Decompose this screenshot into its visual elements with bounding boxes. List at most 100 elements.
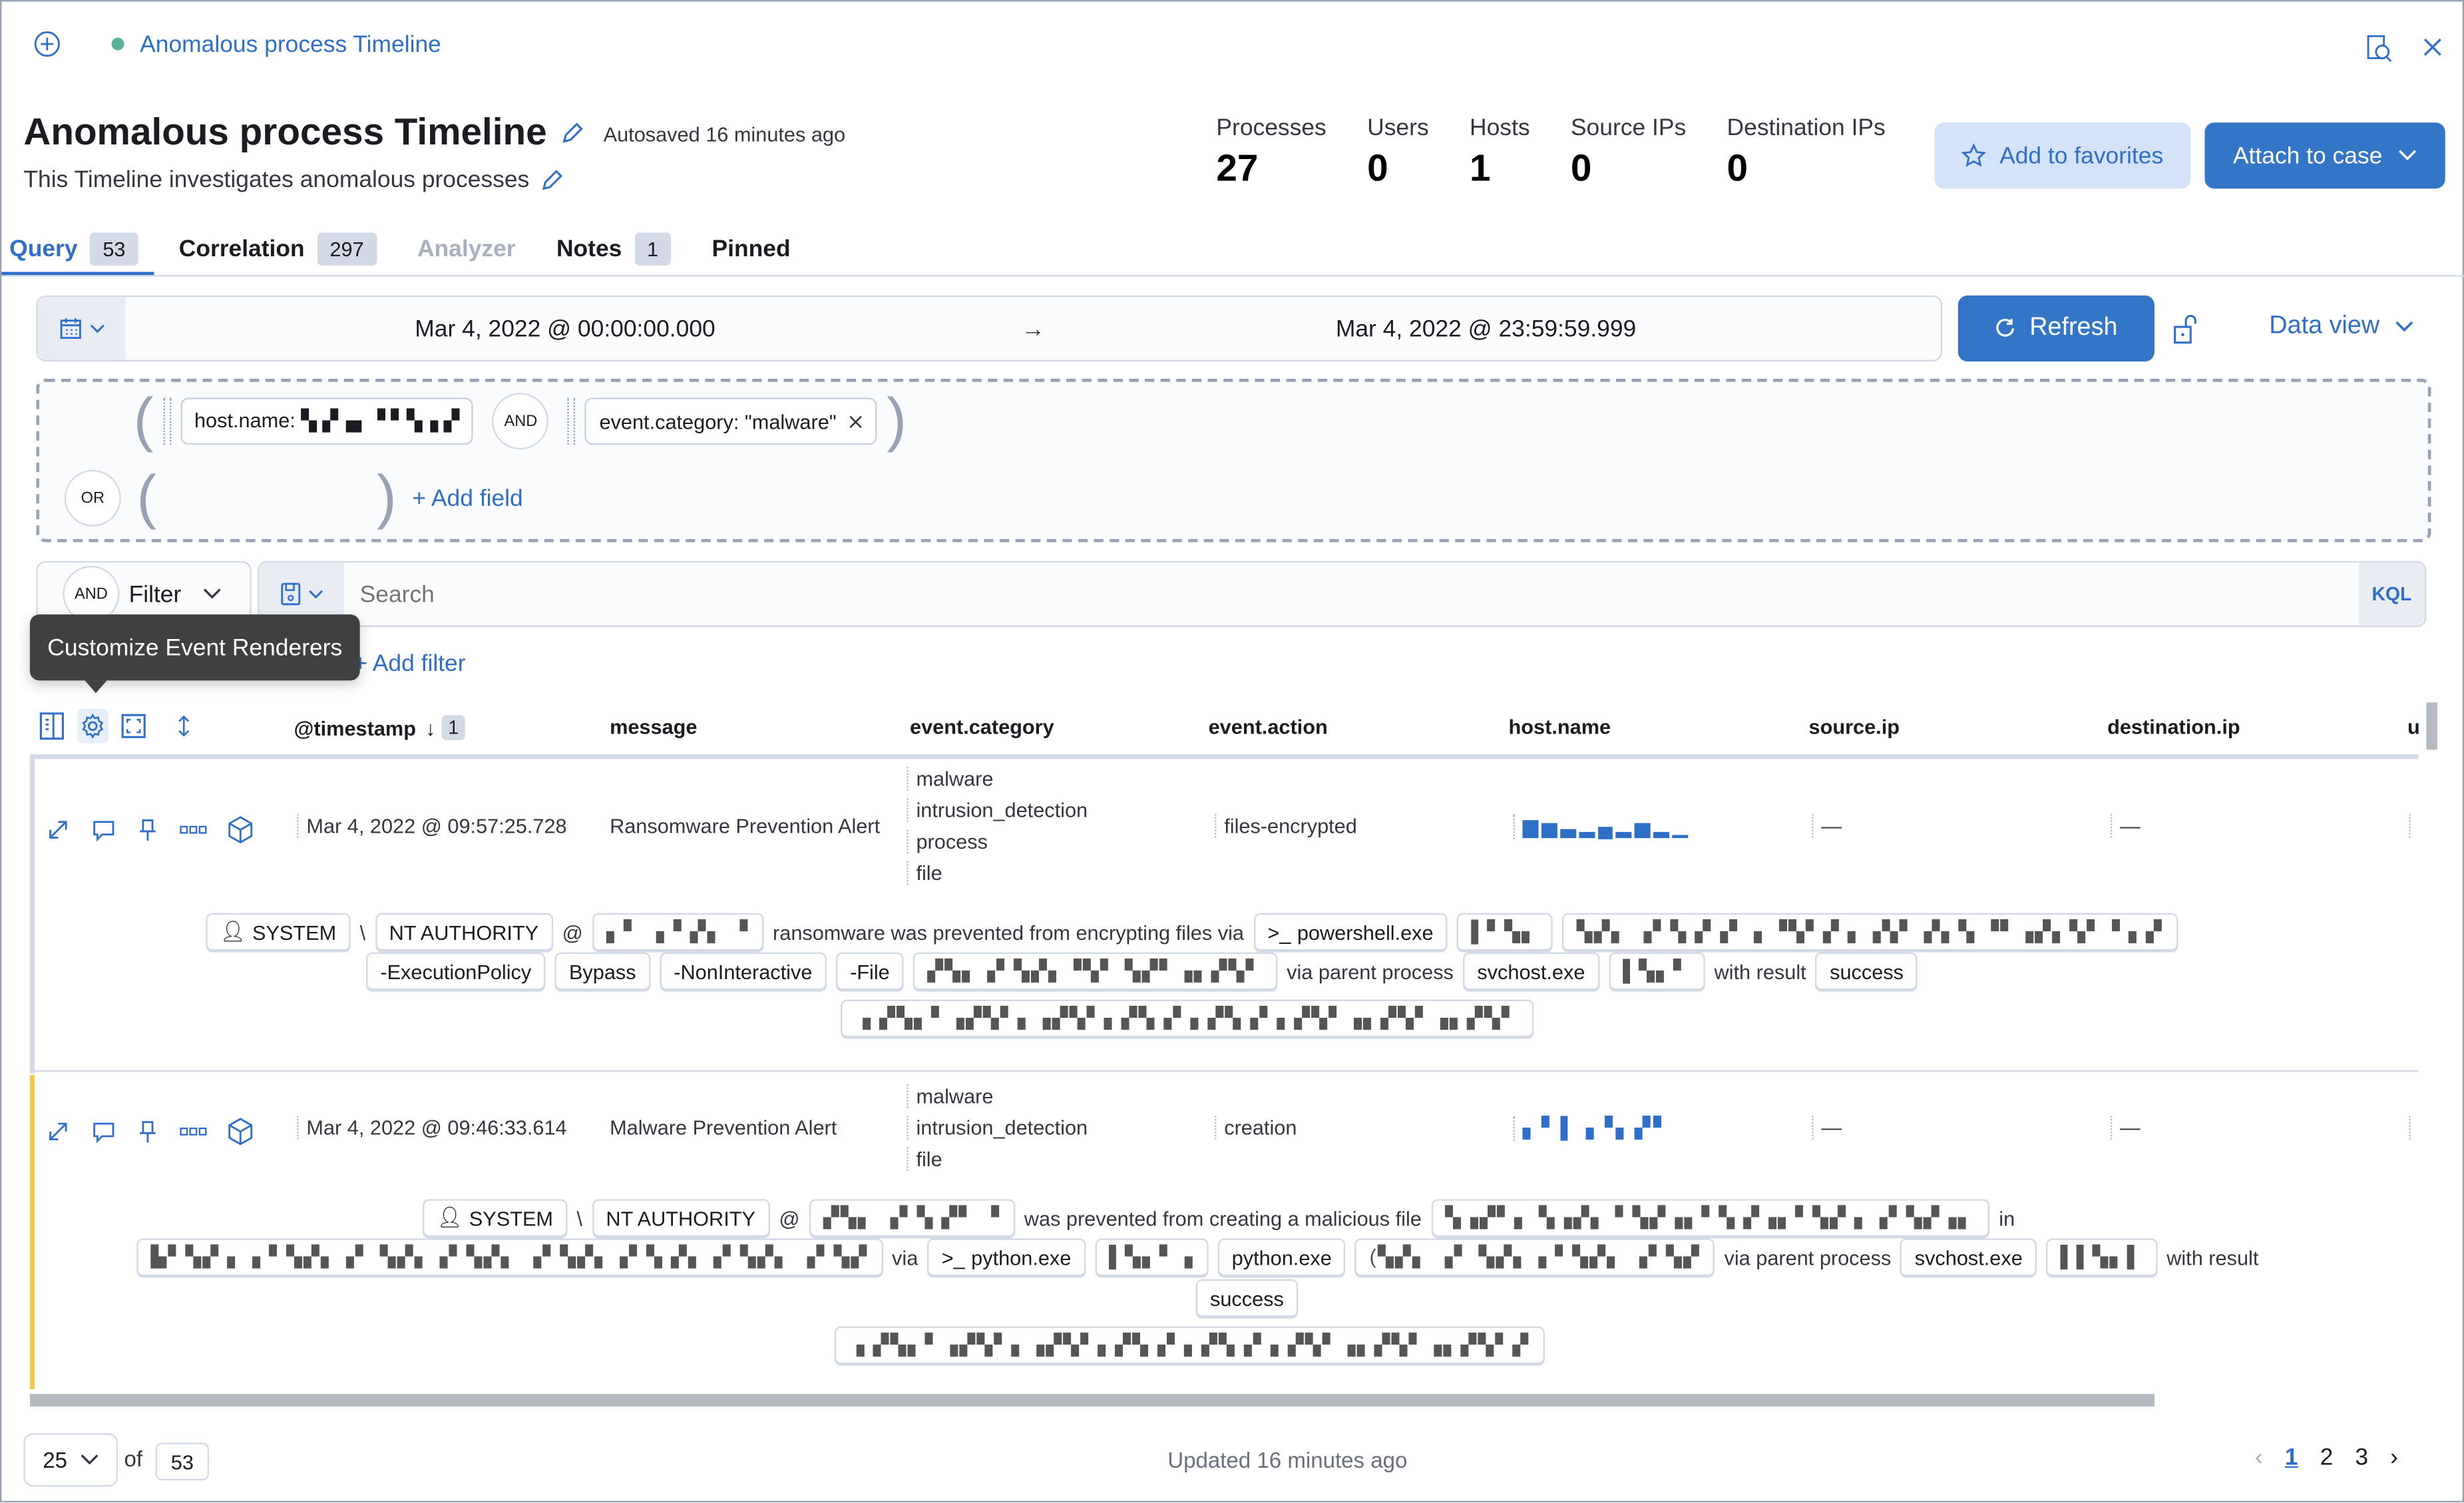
query-field-host-name[interactable]: host.name: ▚ ▞▗▖▝ ▘▚▗ ▞ [180,397,474,445]
query-builder-dropzone[interactable]: ( host.name: ▚ ▞▗▖▝ ▘▚▗ ▞ AND event.cate… [36,379,2431,542]
ppid-chip[interactable]: ▌▌▚▖▌ [2046,1238,2158,1277]
comment-icon[interactable] [91,817,116,843]
hash-chip[interactable]: ▗ ▞▚▖▘▗▞▚▘▖▗▞▚▘▖▞▚▗▘▖▞▚▗▘▖▞▚▘▗▖▞▚▘▗▖▞▚▘ [841,999,1534,1038]
expand-icon[interactable] [45,817,71,843]
more-actions-icon[interactable] [179,1125,207,1138]
arg-chip[interactable]: -File [835,952,905,990]
arg-chip[interactable]: Bypass [554,952,650,990]
query-field-event-category[interactable]: event.category: "malware" [585,397,878,445]
start-date[interactable]: Mar 4, 2022 @ 00:00:00.000 [415,315,715,341]
cell-host-name[interactable]: ▆▅▃▂▄▂▅▂▁ [1513,813,1691,839]
column-header-event-action[interactable]: event.action [1209,715,1328,738]
result-chip[interactable]: success [1195,1279,1299,1317]
arg-chip[interactable]: -ExecutionPolicy [366,952,546,990]
column-header-message[interactable]: message [610,715,697,738]
path-chip[interactable]: ▙▘▚▞ ▖▗ ▘▚▞▖▗▘ ▚▞▖▗▘▚▞▖ ▗▘▚▞▖▗▘▚ ▞▖▗▘▚▞▖… [136,1238,883,1277]
remove-field-icon[interactable] [849,414,863,428]
analyze-event-icon[interactable] [228,815,253,844]
refresh-button[interactable]: Refresh [1957,295,2155,362]
fields-browser-icon[interactable] [36,709,67,744]
cell-message[interactable]: Malware Prevention Alert [602,1116,837,1139]
cell-event-action[interactable]: creation [1215,1116,1297,1140]
domain-chip[interactable]: NT AUTHORITY [375,913,553,951]
column-header-timestamp[interactable]: @timestamp ↓ 1 [294,715,465,741]
gear-icon[interactable] [77,708,108,744]
column-header-source-ip[interactable]: source.ip [1809,715,1900,738]
column-header-destination-ip[interactable]: destination.ip [2107,715,2240,738]
cell-event-action[interactable]: files-encrypted [1215,813,1357,838]
comment-icon[interactable] [91,1119,116,1144]
edit-title-icon[interactable] [560,121,585,146]
category-value[interactable]: file [907,861,1088,885]
add-filter-link[interactable]: + Add filter [353,650,465,677]
process-chip[interactable]: >_ python.exe [927,1238,1086,1277]
cell-destination-ip[interactable]: — [2110,1116,2141,1140]
drag-handle[interactable] [568,397,576,445]
column-header-event-category[interactable]: event.category [910,715,1054,738]
quick-menu-button[interactable] [37,297,126,360]
add-timeline-icon[interactable] [33,30,61,58]
vertical-scrollbar[interactable] [2426,702,2437,750]
tab-analyzer[interactable]: Analyzer [417,225,556,272]
args-chip[interactable]: (▚▞▖ ▗▘ ▚▞▖▗ ▘▚▞▖ ▗▘▚▞ [1355,1238,1715,1277]
user-chip[interactable]: 👤︎ SYSTEM [423,1199,568,1237]
cell-timestamp[interactable]: Mar 4, 2022 @ 09:57:25.728 [297,813,567,838]
lock-open-icon[interactable] [2172,314,2200,345]
file-chip[interactable]: ▚▗▞▘▖ ▚▗▞▖ ▘▚▞▗▖▘▚ ▞▗▖▘▚▞ ▖▗▘▚▞▗▖ [1431,1199,1990,1237]
page-2[interactable]: 2 [2320,1444,2334,1471]
kql-language-toggle[interactable]: KQL [2358,562,2425,626]
domain-chip[interactable]: NT AUTHORITY [592,1199,770,1237]
cell-host-name[interactable]: ▖▘▌▗▝▖▞▘ [1513,1116,1673,1142]
drag-handle[interactable] [162,397,171,445]
pin-icon[interactable] [136,1119,158,1144]
cell-destination-ip[interactable]: — [2110,813,2141,838]
more-actions-icon[interactable] [179,823,207,836]
result-chip[interactable]: success [1815,952,1918,990]
host-chip[interactable]: ▖▘ ▗▝ ▞▖ ▝ [592,913,763,951]
analyze-event-icon[interactable] [228,1118,253,1146]
data-view-button[interactable]: Data view [2269,313,2414,341]
end-date[interactable]: Mar 4, 2022 @ 23:59:59.999 [1336,315,1636,341]
cell-source-ip[interactable]: — [1812,1116,1842,1140]
category-value[interactable]: malware [907,767,1088,791]
process-chip[interactable]: >_ powershell.exe [1253,913,1448,951]
category-value[interactable]: intrusion_detection [907,1116,1088,1140]
tab-notes[interactable]: Notes 1 [556,225,712,272]
rows-per-page-select[interactable]: 25 [23,1433,118,1487]
pin-icon[interactable] [136,817,158,843]
previous-page-icon[interactable]: ‹ [2255,1444,2263,1471]
args-chip[interactable]: ▚▞▖ ▗▘▚ ▞▗▘ ▖▝▚▘▞ ▖▗▚▘ ▞▖▚ ▝▘▗▞▖▚▘▝ ▖▞ [1562,913,2178,951]
close-icon[interactable] [2421,36,2443,58]
column-header-host-name[interactable]: host.name [1509,715,1611,738]
cell-timestamp[interactable]: Mar 4, 2022 @ 09:46:33.614 [297,1116,567,1140]
expand-icon[interactable] [45,1119,71,1144]
full-screen-icon[interactable] [118,709,149,744]
tab-correlation[interactable]: Correlation 297 [179,225,417,272]
horizontal-scrollbar[interactable] [29,1394,2155,1407]
host-chip[interactable]: ▞▚▖ ▗▘▚ ▞▘ ▝ [809,1199,1015,1237]
timeline-tab-title[interactable]: Anomalous process Timeline [140,31,441,57]
next-page-icon[interactable]: › [2390,1444,2398,1471]
attach-to-case-button[interactable]: Attach to case [2204,122,2445,189]
column-header-truncated[interactable]: u [2407,715,2420,738]
page-3[interactable]: 3 [2355,1444,2368,1471]
inspect-icon[interactable] [2365,33,2393,65]
category-value[interactable]: malware [907,1084,1088,1108]
cell-source-ip[interactable]: — [1812,813,1842,838]
process-name-chip[interactable]: python.exe [1217,1238,1346,1277]
file-chip[interactable]: ▞▚▖▗▘▚▞▖▝▚▘ ▚▞▘▗▖▞▚▘ [913,952,1277,990]
tab-pinned[interactable]: Pinned [712,225,831,272]
edit-description-icon[interactable] [538,167,564,192]
user-chip[interactable]: 👤︎ SYSTEM [206,913,351,951]
pid-chip[interactable]: ▌▘▚▖ [1457,913,1553,951]
add-to-favorites-button[interactable]: Add to favorites [1934,122,2191,189]
category-value[interactable]: file [907,1147,1088,1171]
row-height-icon[interactable] [168,709,200,744]
cell-message[interactable]: Ransomware Prevention Alert [602,814,880,837]
page-1[interactable]: 1 [2285,1444,2298,1471]
tab-query[interactable]: Query 53 [9,225,179,272]
pid-chip[interactable]: ▌▚▖▘▗ [1094,1238,1209,1277]
search-input[interactable] [344,562,2359,626]
hash-chip[interactable]: ▗ ▞▚▖▘▗▞▚▘▖▗▞▚▘▖▞▚▗▘▖▞▚▗▘▖▞▚▘▗▖▞▚▘▗▖▞▚▘▞ [834,1326,1544,1365]
category-value[interactable]: process [907,829,1088,854]
